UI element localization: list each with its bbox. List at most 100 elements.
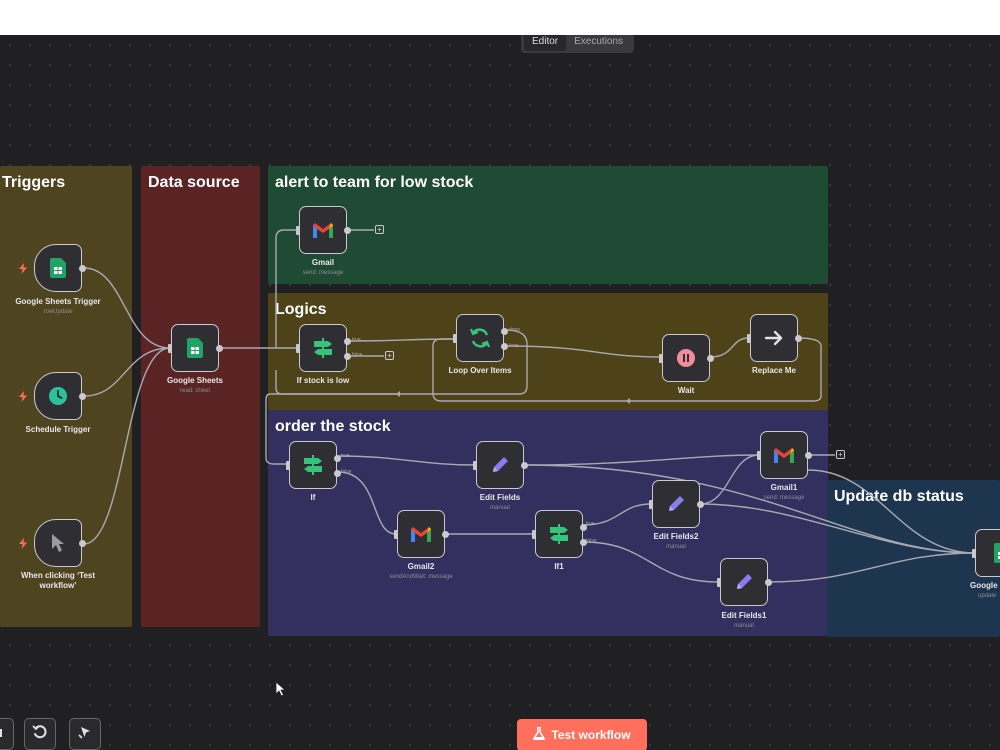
output-port-false[interactable] [344, 353, 351, 360]
output-port-loop[interactable] [501, 343, 508, 350]
node-edit-fields[interactable] [473, 441, 528, 489]
node-subtitle: manual [734, 623, 754, 629]
output-port[interactable] [707, 355, 714, 362]
node-gmail[interactable] [296, 206, 351, 254]
input-port[interactable] [717, 578, 721, 587]
node-label: If1 [554, 562, 564, 571]
input-port[interactable] [394, 530, 398, 539]
label-done: done [509, 327, 521, 333]
output-port-true[interactable] [344, 338, 351, 345]
output-port[interactable] [344, 227, 351, 234]
node-gmail1[interactable] [757, 431, 812, 479]
node-label: When clicking ‘Test [20, 571, 96, 580]
label-false: false [341, 469, 352, 475]
node-gmail2[interactable] [394, 510, 449, 558]
tab-editor[interactable]: Editor [524, 35, 567, 51]
output-port[interactable] [765, 579, 772, 586]
sparkle-cursor-icon [77, 724, 93, 745]
node-label: Edit Fields2 [653, 532, 699, 541]
pencil-icon [666, 494, 686, 514]
input-port[interactable] [168, 344, 172, 353]
label-true: true [586, 521, 595, 527]
output-port[interactable] [216, 345, 223, 352]
node-wait[interactable] [659, 334, 714, 382]
node-manual-trigger[interactable] [34, 519, 86, 567]
node-label: Edit Fields1 [721, 611, 767, 620]
output-port-false[interactable] [334, 470, 341, 477]
gmail-icon [410, 526, 432, 542]
output-port-true[interactable] [334, 455, 341, 462]
sticky-data-source-title: Data source [148, 174, 240, 191]
input-port[interactable] [473, 461, 477, 470]
input-port[interactable] [747, 334, 751, 343]
node-edit-fields2[interactable] [649, 480, 704, 528]
n8n-editor: Editor Executions Triggers Data source a… [0, 0, 1000, 750]
node-schedule-trigger[interactable] [34, 372, 86, 420]
node-subtitle: read: sheet [179, 388, 211, 394]
add-node-plus[interactable]: + [385, 351, 394, 360]
input-port[interactable] [286, 461, 290, 470]
output-port[interactable] [795, 335, 802, 342]
node-label: Wait [677, 386, 695, 395]
output-port[interactable] [79, 265, 86, 272]
node-google-sheets-trigger[interactable] [34, 244, 86, 292]
if-icon [548, 524, 570, 544]
output-port[interactable] [805, 452, 812, 459]
node-loop-over-items[interactable] [453, 314, 508, 362]
mouse-cursor-icon [275, 681, 287, 697]
node-google-sheets[interactable] [168, 324, 223, 372]
output-port-true[interactable] [580, 524, 587, 531]
node-if-stock-is-low[interactable] [296, 324, 351, 372]
add-node-plus[interactable]: + [836, 450, 845, 459]
tab-executions[interactable]: Executions [566, 35, 631, 51]
input-port[interactable] [296, 226, 300, 235]
output-port[interactable] [697, 501, 704, 508]
undo-icon [32, 724, 48, 745]
label-true: true [341, 453, 350, 459]
output-port-false[interactable] [580, 539, 587, 546]
node-subtitle: send: message [302, 270, 344, 276]
bolt-icon [19, 263, 27, 274]
node-label: Google Sheets [166, 376, 223, 385]
loop-icon [469, 327, 491, 349]
node-label: Edit Fields [479, 493, 521, 502]
tidy-up-button[interactable] [69, 718, 101, 750]
output-port[interactable] [521, 462, 528, 469]
pencil-icon [734, 572, 754, 592]
undo-button[interactable] [24, 718, 56, 750]
node-if[interactable] [286, 441, 341, 489]
node-subtitle: send: message [763, 495, 805, 501]
pencil-icon [490, 455, 510, 475]
zoom-out-icon [0, 725, 5, 744]
sticky-triggers-title: Triggers [2, 174, 66, 191]
zoom-tool-button[interactable] [0, 718, 14, 750]
label-loop: loop [509, 343, 519, 349]
output-port[interactable] [442, 531, 449, 538]
output-port-done[interactable] [501, 328, 508, 335]
input-port[interactable] [296, 344, 300, 353]
sheets-icon [50, 258, 66, 278]
input-port[interactable] [649, 500, 653, 509]
input-port[interactable] [453, 334, 457, 343]
test-workflow-button[interactable]: Test workflow [517, 719, 647, 750]
node-label-line2: workflow’ [39, 581, 77, 590]
flask-icon [533, 726, 546, 743]
output-port[interactable] [79, 393, 86, 400]
output-port[interactable] [79, 540, 86, 547]
sticky-alert-title: alert to team for low stock [275, 174, 474, 191]
node-edit-fields1[interactable] [717, 558, 772, 606]
node-label: Gmail1 [770, 483, 798, 492]
input-port[interactable] [659, 354, 663, 363]
node-subtitle: rowUpdate [43, 309, 73, 315]
node-if1[interactable] [532, 510, 587, 558]
sticky-data-source[interactable]: Data source [141, 166, 260, 627]
add-node-plus[interactable]: + [375, 225, 384, 234]
node-replace-me[interactable] [747, 314, 802, 362]
node-label: If [310, 493, 316, 502]
input-port[interactable] [532, 530, 536, 539]
node-google-sheets-update[interactable] [972, 529, 1000, 577]
input-port[interactable] [972, 549, 976, 558]
if-icon [312, 338, 334, 358]
label-false: false [352, 352, 363, 358]
input-port[interactable] [757, 451, 761, 460]
